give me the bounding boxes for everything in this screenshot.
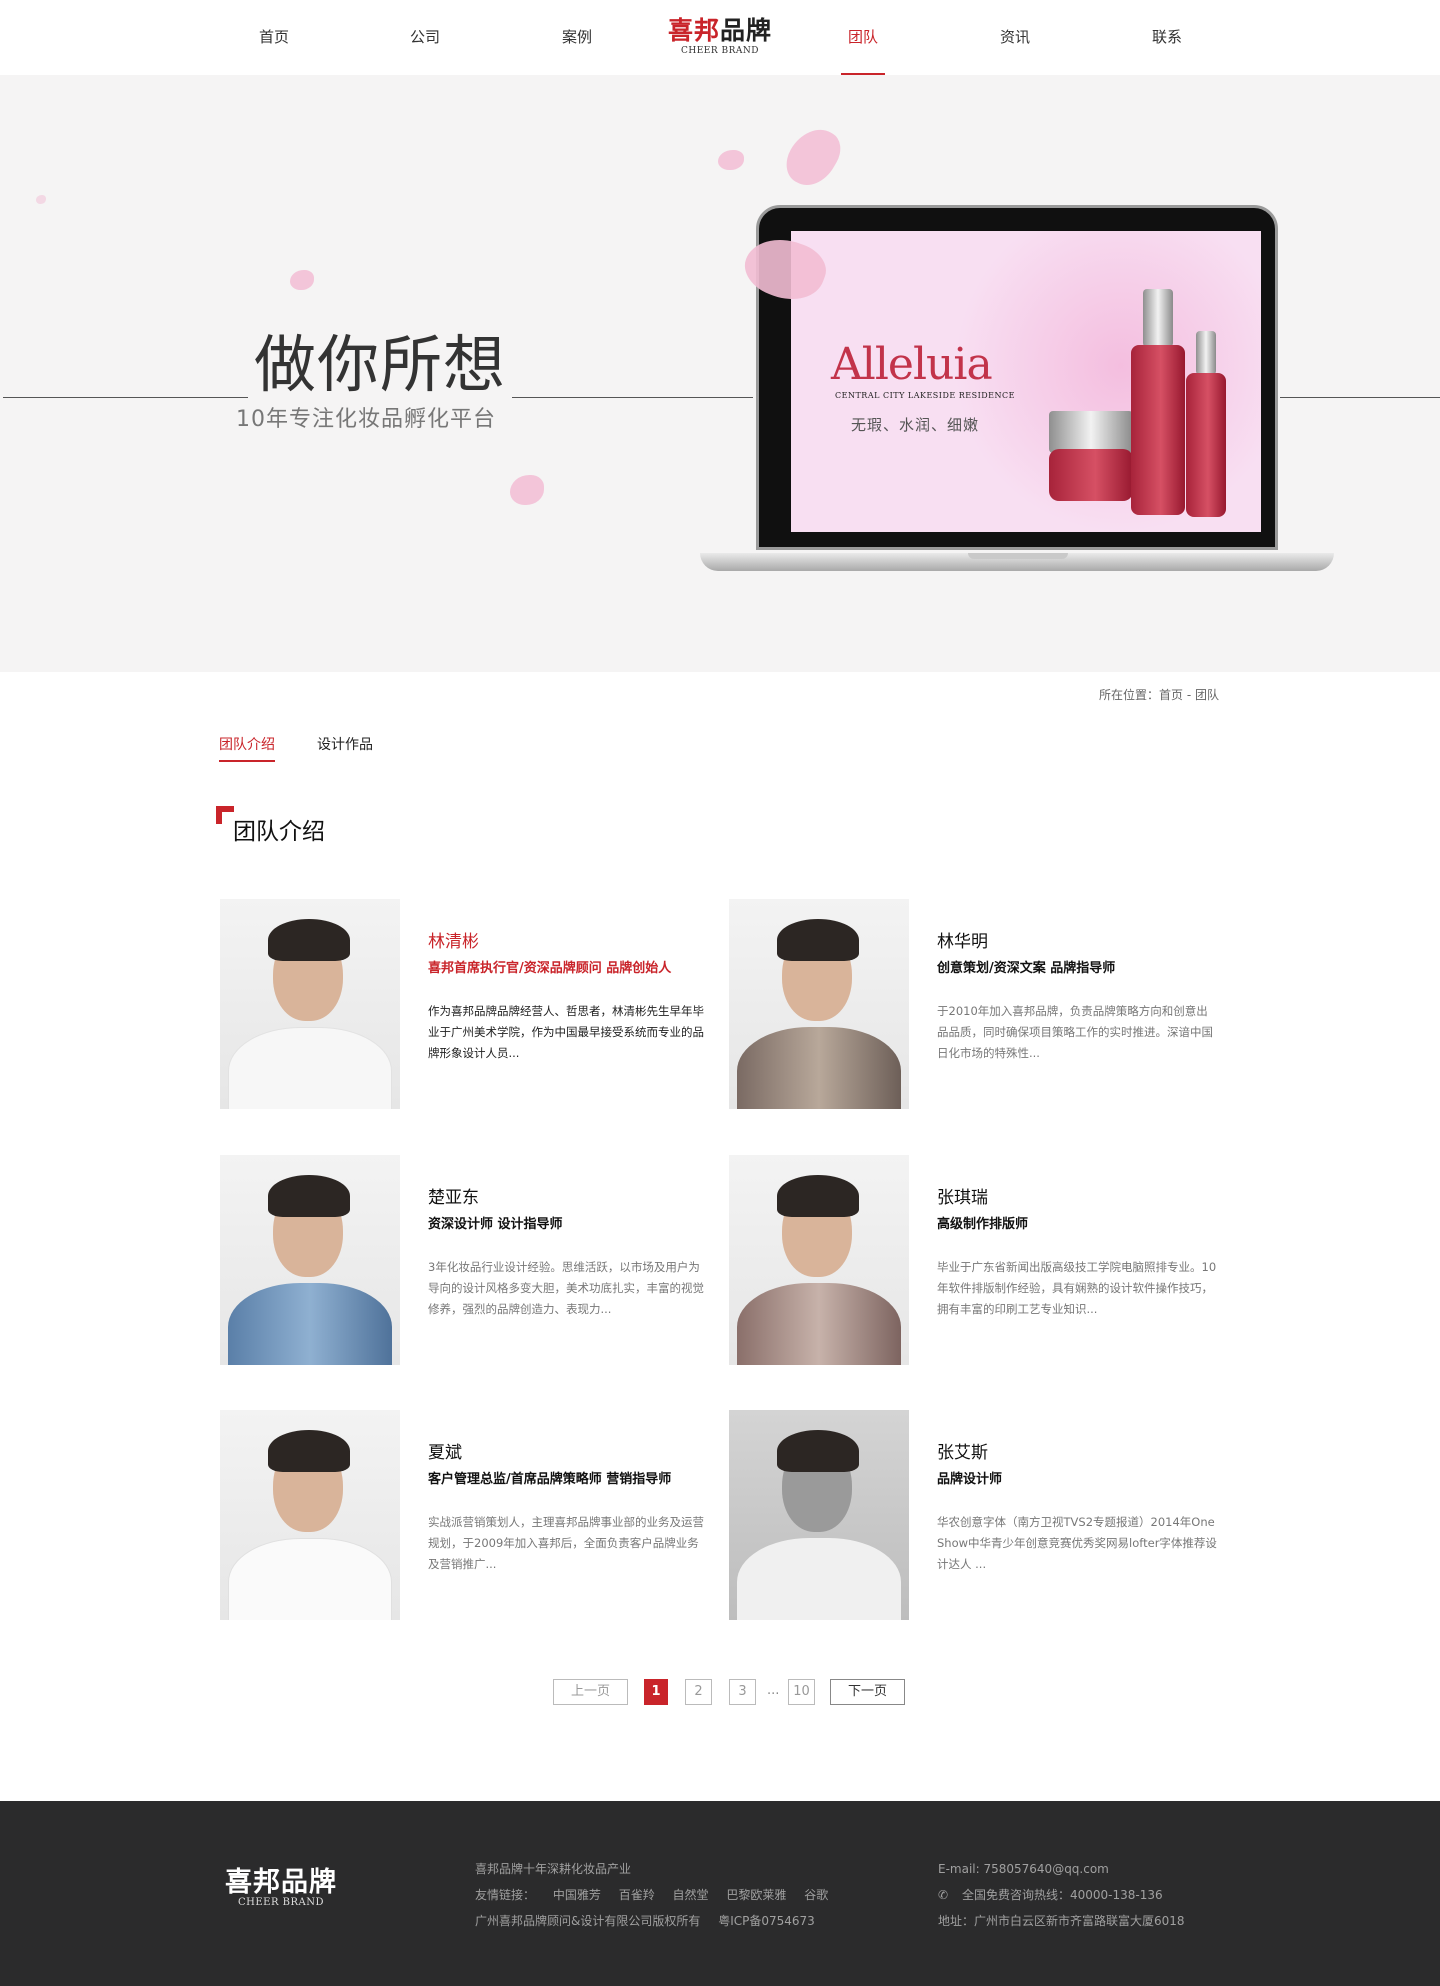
petal-decoration — [778, 119, 848, 195]
laptop-mockup: Alleluia CENTRAL CITY LAKESIDE RESIDENCE… — [756, 205, 1278, 550]
brand-logo[interactable]: 喜邦品牌 CHEER BRAND — [664, 17, 776, 61]
hero-subtitle: 10年专注化妆品孵化平台 — [236, 407, 496, 432]
screen-brand-subline: CENTRAL CITY LAKESIDE RESIDENCE — [835, 391, 1015, 400]
nav-item-cases[interactable]: 案例 — [537, 0, 617, 75]
petal-decoration — [36, 195, 46, 204]
friend-links: 友情链接： 中国雅芳 百雀羚 自然堂 巴黎欧莱雅 谷歌 — [475, 1882, 842, 1908]
member-desc: 作为喜邦品牌品牌经营人、哲思者，林清彬先生早年毕业于广州美术学院，作为中国最早接… — [428, 1004, 704, 1060]
nav-item-home[interactable]: 首页 — [234, 0, 314, 75]
copyright-line: 广州喜邦品牌顾问&设计有限公司版权所有 粤ICP备0754673 — [475, 1908, 842, 1934]
member-role: 客户管理总监/首席品牌策略师 营销指导师 — [428, 1472, 672, 1487]
footer-contact: E-mail: 758057640@qq.com ✆ 全国免费咨询热线：40000… — [938, 1856, 1185, 1934]
footer-info: 喜邦品牌十年深耕化妆品产业 友情链接： 中国雅芳 百雀羚 自然堂 巴黎欧莱雅 谷… — [475, 1856, 842, 1934]
footer-email: E-mail: 758057640@qq.com — [938, 1862, 1109, 1876]
footer-tagline: 喜邦品牌十年深耕化妆品产业 — [475, 1862, 632, 1876]
member-name: 夏斌 — [428, 1443, 462, 1463]
tab-team-intro[interactable]: 团队介绍 — [219, 735, 275, 762]
tab-design-works[interactable]: 设计作品 — [317, 735, 373, 755]
member-name: 张艾斯 — [937, 1443, 988, 1463]
member-desc: 毕业于广东省新闻出版高级技工学院电脑照排专业。10年软件排版制作经验，具有娴熟的… — [937, 1260, 1217, 1316]
member-photo — [220, 899, 400, 1109]
copyright-text: 广州喜邦品牌顾问&设计有限公司版权所有 — [475, 1914, 701, 1928]
member-role: 品牌设计师 — [937, 1472, 1003, 1487]
cream-jar-image — [1049, 411, 1133, 503]
member-role: 资深设计师 设计指导师 — [428, 1217, 563, 1232]
page-button-last[interactable]: 10 — [788, 1679, 815, 1705]
member-name: 林华明 — [937, 932, 988, 952]
next-page-button[interactable]: 下一页 — [830, 1679, 905, 1705]
section-corner-mark — [216, 806, 234, 824]
member-role: 喜邦首席执行官/资深品牌顾问 品牌创始人 — [428, 961, 672, 976]
breadcrumb: 所在位置：首页 - 团队 — [1099, 688, 1219, 702]
phone-icon: ✆ — [938, 1888, 949, 1902]
laptop-screen: Alleluia CENTRAL CITY LAKESIDE RESIDENCE… — [791, 231, 1261, 532]
page-button[interactable]: 2 — [685, 1679, 712, 1705]
friend-link[interactable]: 自然堂 — [673, 1888, 709, 1902]
member-photo — [729, 1155, 909, 1365]
friend-link[interactable]: 百雀羚 — [619, 1888, 655, 1902]
footer: 喜邦品牌 CHEER BRAND 喜邦品牌十年深耕化妆品产业 友情链接： 中国雅… — [0, 1801, 1440, 1986]
friend-link[interactable]: 巴黎欧莱雅 — [726, 1888, 786, 1902]
pagination-ellipsis: ... — [767, 1683, 780, 1698]
page-button[interactable]: 3 — [729, 1679, 756, 1705]
logo-text-red: 喜邦 — [667, 16, 720, 45]
footer-logo-english: CHEER BRAND — [237, 1897, 325, 1908]
footer-hotline: 全国免费咨询热线：40000-138-136 — [962, 1888, 1163, 1902]
section-title-text: 团队介绍 — [233, 819, 325, 845]
member-card[interactable]: 张琪瑞 高级制作排版师 毕业于广东省新闻出版高级技工学院电脑照排专业。10年软件… — [729, 1155, 1229, 1367]
member-desc: 3年化妆品行业设计经验。思维活跃，以市场及用户为导向的设计风格多变大胆，美术功底… — [428, 1260, 704, 1316]
member-card[interactable]: 林清彬 喜邦首席执行官/资深品牌顾问 品牌创始人 作为喜邦品牌品牌经营人、哲思者… — [220, 899, 720, 1111]
logo-text-dark: 品牌 — [720, 16, 773, 45]
nav-item-company[interactable]: 公司 — [385, 0, 465, 75]
logo-english: CHEER BRAND — [681, 46, 759, 56]
member-card[interactable]: 林华明 创意策划/资深文案 品牌指导师 于2010年加入喜邦品牌，负责品牌策略方… — [729, 899, 1229, 1111]
member-desc: 华农创意字体（南方卫视TVS2专题报道）2014年One Show中华青少年创意… — [937, 1515, 1217, 1571]
prev-page-button[interactable]: 上一页 — [553, 1679, 628, 1705]
footer-hotline-row: ✆ 全国免费咨询热线：40000-138-136 — [938, 1882, 1185, 1908]
serum-bottle-image — [1131, 289, 1185, 519]
member-photo — [729, 1410, 909, 1620]
icp-text: 粤ICP备0754673 — [718, 1914, 815, 1928]
nav-item-news[interactable]: 资讯 — [975, 0, 1055, 75]
member-desc: 实战派营销策划人，主理喜邦品牌事业部的业务及运营规划，于2009年加入喜邦后，全… — [428, 1515, 704, 1571]
member-role: 高级制作排版师 — [937, 1217, 1029, 1232]
hero-divider-right — [1280, 397, 1440, 398]
top-nav: 首页 公司 案例 喜邦品牌 CHEER BRAND 团队 资讯 联系 — [0, 0, 1440, 75]
member-role: 创意策划/资深文案 品牌指导师 — [937, 961, 1116, 976]
member-name: 楚亚东 — [428, 1188, 479, 1208]
petal-decoration — [510, 475, 544, 505]
member-card[interactable]: 张艾斯 品牌设计师 华农创意字体（南方卫视TVS2专题报道）2014年One S… — [729, 1410, 1229, 1622]
footer-logo[interactable]: 喜邦品牌 CHEER BRAND — [218, 1869, 344, 1909]
hero-slogan: 做你所想 — [248, 332, 513, 398]
friend-link[interactable]: 中国雅芳 — [553, 1888, 601, 1902]
footer-logo-text: 喜邦品牌 — [225, 1867, 337, 1898]
hero-banner: 做你所想 10年专注化妆品孵化平台 Alleluia CENTRAL CITY … — [0, 75, 1440, 672]
member-photo — [220, 1410, 400, 1620]
friend-link[interactable]: 谷歌 — [804, 1888, 828, 1902]
member-name: 林清彬 — [428, 932, 479, 952]
member-card[interactable]: 夏斌 客户管理总监/首席品牌策略师 营销指导师 实战派营销策划人，主理喜邦品牌事… — [220, 1410, 720, 1622]
screen-tagline: 无瑕、水润、细嫩 — [851, 416, 980, 434]
member-card[interactable]: 楚亚东 资深设计师 设计指导师 3年化妆品行业设计经验。思维活跃，以市场及用户为… — [220, 1155, 720, 1367]
essence-bottle-image — [1186, 331, 1226, 521]
page-button-current[interactable]: 1 — [644, 1679, 668, 1705]
footer-address: 地址：广州市白云区新市齐富路联富大厦6018 — [938, 1914, 1185, 1928]
nav-item-contact[interactable]: 联系 — [1127, 0, 1207, 75]
member-photo — [729, 899, 909, 1109]
member-desc: 于2010年加入喜邦品牌，负责品牌策略方向和创意出品品质，同时确保项目策略工作的… — [937, 1004, 1213, 1060]
petal-decoration — [290, 270, 314, 290]
nav-item-team[interactable]: 团队 — [823, 0, 903, 75]
member-photo — [220, 1155, 400, 1365]
friend-links-label: 友情链接： — [475, 1888, 536, 1902]
member-name: 张琪瑞 — [937, 1188, 988, 1208]
laptop-notch — [968, 553, 1068, 559]
screen-brand-name: Alleluia — [831, 339, 993, 390]
petal-decoration — [718, 150, 744, 170]
